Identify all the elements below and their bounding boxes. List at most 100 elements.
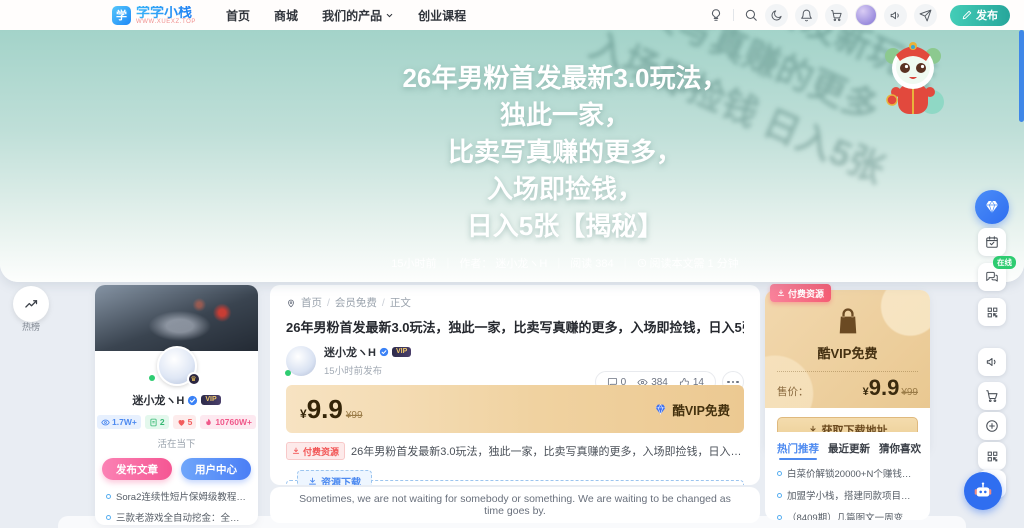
avatar-crown-badge: ♛ (186, 372, 201, 386)
diamond-icon (654, 403, 667, 416)
recommend-card: 热门推荐 最近更新 猜你喜欢 白菜价解锁20000+N个赚钱机会，加… 加盟学小… (765, 432, 930, 520)
paid-resource-badge: 付费资源 (770, 284, 832, 302)
document-icon (149, 418, 158, 427)
calendar-check-icon (985, 235, 999, 249)
tab-recent-update[interactable]: 最近更新 (828, 441, 870, 456)
list-item[interactable]: （8409期）几篇图文一周变现1500+… (777, 510, 918, 520)
list-item[interactable]: 加盟学小栈，搭建同款项目资源站，实… (777, 488, 918, 502)
logo-icon: 学 (112, 5, 131, 25)
eye-icon (101, 418, 110, 427)
profile-stats: 1.7W+ 2 5 10760W+ (95, 415, 258, 429)
robot-icon (972, 480, 994, 502)
chevron-down-icon (385, 11, 394, 20)
list-item[interactable]: Sora2连续性短片保姆级教程，0基础也… (106, 489, 247, 503)
qr-code-icon (986, 450, 999, 463)
add-button[interactable] (978, 412, 1006, 440)
brand-domain: WWW.XUEXZ.TOP (136, 18, 197, 25)
list-item[interactable]: 三款老游戏全自动挖金：全自动无需人工… (106, 510, 247, 524)
paid-resource-row: 付费资源 26年男粉首发最新3.0玩法，独此一家，比卖写真赚的更多，入场即捡钱，… (286, 442, 744, 460)
announcement-button[interactable] (978, 348, 1006, 376)
cart-icon[interactable] (825, 3, 848, 27)
nav-item-shop[interactable]: 商城 (274, 7, 298, 24)
article-card: 首页 / 会员免费 / 正文 26年男粉首发最新3.0玩法，独此一家，比卖写真赚… (270, 285, 760, 485)
breadcrumb: 首页 / 会员免费 / 正文 (286, 295, 744, 310)
online-status-dot (285, 369, 291, 376)
bullet-icon (777, 492, 782, 498)
tab-hot-recommend[interactable]: 热门推荐 (777, 441, 819, 460)
top-section: 学 学学小栈 WWW.XUEXZ.TOP 首页 商城 我们的产品 创业课程 发布… (0, 0, 1024, 282)
ai-assistant-button[interactable] (964, 472, 1002, 510)
flame-icon (204, 418, 213, 427)
check-in-button[interactable] (978, 228, 1006, 256)
customer-service-button[interactable]: 在线 (978, 256, 1016, 291)
nav-menu: 首页 商城 我们的产品 创业课程 (226, 7, 466, 24)
dark-mode-icon[interactable] (765, 3, 788, 27)
profile-cover-image (95, 285, 258, 351)
likes-stat: 5 (172, 415, 197, 429)
scrollbar-thumb[interactable] (1019, 30, 1024, 122)
site-logo[interactable]: 学 学学小栈 WWW.XUEXZ.TOP (112, 5, 197, 25)
cart-button[interactable] (978, 382, 1006, 410)
author-avatar[interactable] (285, 345, 316, 376)
vip-free-label: 酷VIP免费 (654, 400, 730, 419)
navbar: 学 学学小栈 WWW.XUEXZ.TOP 首页 商城 我们的产品 创业课程 发布 (0, 0, 1024, 30)
hot-ranking-button[interactable] (13, 286, 49, 322)
hero-author[interactable]: 作者： 迷小龙ヽH (459, 255, 547, 271)
price-label: 售价： (777, 386, 809, 398)
download-icon (777, 289, 785, 297)
posts-stat: 2 (144, 415, 169, 429)
profile-name[interactable]: 迷小龙ヽH (132, 392, 184, 408)
quote-text: Sometimes, we are not waiting for somebo… (299, 493, 731, 517)
hero-title: 26年男粉首发最新3.0玩法， 独此一家， 比卖写真赚的更多， 入场即捡钱， 日… (402, 63, 728, 241)
qr-code-button-2[interactable] (978, 442, 1006, 470)
vip-diamond-button[interactable] (975, 190, 1009, 224)
tab-guess-you-like[interactable]: 猜你喜欢 (879, 441, 921, 456)
divider (733, 9, 734, 21)
notifications-bell-icon[interactable] (795, 3, 818, 27)
breadcrumb-home[interactable]: 首页 (301, 295, 322, 310)
hero-read-time: 阅读本文需 1 分钟 (637, 255, 739, 271)
hero-reads: 阅读 384 (570, 258, 614, 270)
author-name[interactable]: 迷小龙ヽH (324, 344, 376, 360)
nav-item-home[interactable]: 首页 (226, 7, 250, 24)
bullet-icon (106, 493, 111, 499)
bulb-icon[interactable] (709, 8, 723, 22)
bullet-icon (777, 514, 782, 520)
download-tab[interactable]: 资源下载 (297, 470, 372, 485)
chat-bubbles-icon (985, 270, 999, 284)
qr-code-button[interactable] (978, 298, 1006, 326)
nav-item-products[interactable]: 我们的产品 (322, 7, 394, 24)
location-pin-icon (286, 298, 296, 308)
breadcrumb-category[interactable]: 会员免费 (335, 295, 377, 310)
recommend-list: 白菜价解锁20000+N个赚钱机会，加… 加盟学小栈，搭建同款项目资源站，实… … (777, 466, 918, 520)
megaphone-icon[interactable] (884, 3, 907, 27)
original-price: ¥99 (901, 387, 918, 398)
paid-resource-card: 付费资源 酷VIP免费 售价： ¥ 9.9 ¥99 获取下载地址 (765, 284, 930, 453)
user-center-button[interactable]: 用户中心 (181, 458, 251, 480)
profile-tagline: 活在当下 (157, 439, 196, 450)
search-icon[interactable] (744, 8, 758, 22)
resource-price-panel: 酷VIP免费 售价： ¥ 9.9 ¥99 (765, 290, 930, 408)
original-price: ¥99 (345, 410, 363, 421)
telegram-icon[interactable] (914, 3, 937, 27)
publish-button[interactable]: 发布 (950, 4, 1010, 26)
bullet-icon (777, 470, 782, 476)
vip-badge: VIP (201, 395, 221, 405)
publish-article-button[interactable]: 发布文章 (102, 458, 172, 480)
bullet-icon (106, 514, 111, 520)
verified-check-icon (379, 347, 389, 357)
download-section: 资源下载 暂无可下载资源 (286, 470, 744, 485)
breadcrumb-current: 正文 (389, 297, 411, 309)
price-value: 9.9 (868, 375, 900, 400)
pencil-icon (962, 10, 972, 20)
download-icon (292, 447, 300, 455)
download-icon (308, 477, 317, 485)
profile-card: ♛ 迷小龙ヽH VIP 1.7W+ 2 5 10760W+ 活在当下 发布文章 … (95, 285, 258, 525)
heart-icon (177, 418, 186, 427)
trending-up-icon (24, 297, 39, 312)
currency-symbol: ¥ (300, 407, 307, 421)
user-avatar[interactable] (855, 4, 877, 26)
hot-stat: 10760W+ (200, 415, 256, 429)
nav-item-courses[interactable]: 创业课程 (418, 7, 466, 24)
list-item[interactable]: 白菜价解锁20000+N个赚钱机会，加… (777, 466, 918, 480)
